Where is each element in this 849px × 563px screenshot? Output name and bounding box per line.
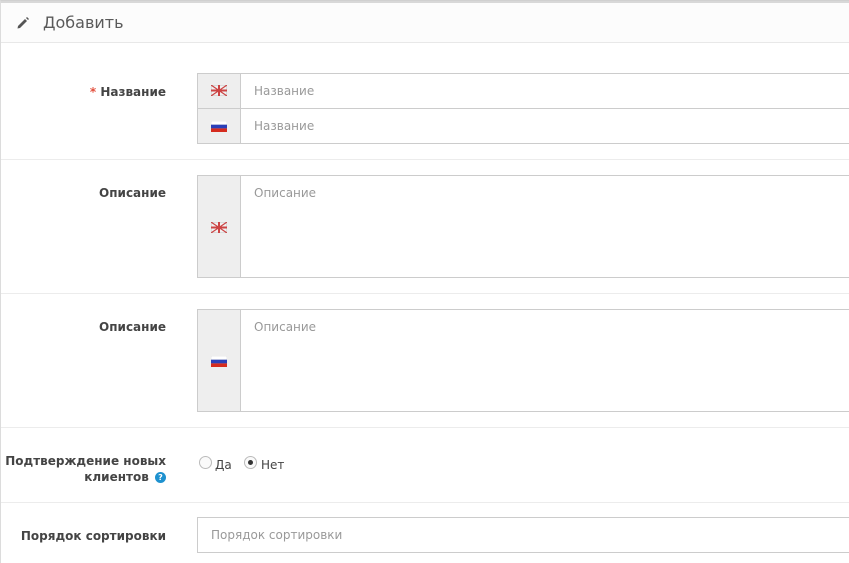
- uk-flag-icon: [211, 222, 227, 233]
- approval-label: Подтверждение новых клиентов ?: [5, 454, 166, 484]
- lang-addon-en: [198, 74, 241, 108]
- approval-no-label[interactable]: Нет: [261, 458, 284, 472]
- lang-addon-ru: [198, 310, 241, 411]
- desc-en-placeholder: Описание: [254, 186, 317, 200]
- divider: [1, 427, 849, 428]
- lang-addon-en: [198, 176, 241, 277]
- name-input-ru[interactable]: Название: [197, 108, 849, 144]
- name-input-en[interactable]: Название: [197, 73, 849, 109]
- uk-flag-icon: [211, 85, 227, 96]
- lang-addon-ru: [198, 109, 241, 143]
- divider: [1, 502, 849, 503]
- name-ru-placeholder: Название: [254, 119, 315, 133]
- panel-heading: Добавить: [1, 1, 849, 43]
- name-label: * Название: [89, 85, 166, 99]
- name-en-placeholder: Название: [254, 84, 315, 98]
- sort-order-input[interactable]: Порядок сортировки: [197, 517, 849, 553]
- desc-ru-textarea[interactable]: Описание: [197, 309, 849, 412]
- help-icon[interactable]: ?: [155, 472, 166, 483]
- russia-flag-icon: [211, 121, 227, 132]
- russia-flag-icon: [211, 356, 227, 367]
- desc-en-label: Описание: [99, 186, 166, 200]
- divider: [1, 159, 849, 160]
- desc-ru-label: Описание: [99, 320, 166, 334]
- approval-yes-label[interactable]: Да: [215, 458, 232, 472]
- pencil-icon: [17, 17, 29, 29]
- required-mark: *: [89, 85, 97, 99]
- add-panel: Добавить * Название Название Название Оп…: [0, 0, 849, 563]
- divider: [1, 293, 849, 294]
- sort-label: Порядок сортировки: [20, 529, 166, 543]
- approval-no-radio[interactable]: [244, 456, 257, 469]
- desc-ru-placeholder: Описание: [254, 320, 317, 334]
- sort-placeholder: Порядок сортировки: [211, 528, 343, 542]
- approval-yes-radio[interactable]: [199, 456, 212, 469]
- desc-en-textarea[interactable]: Описание: [197, 175, 849, 278]
- panel-title: Добавить: [43, 13, 124, 32]
